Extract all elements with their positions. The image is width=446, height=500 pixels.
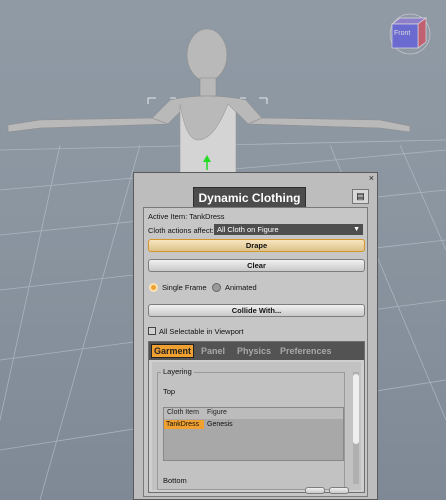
tab-container: Garment Panel Physics Preferences Layeri… bbox=[148, 341, 365, 494]
vertical-scrollbar[interactable] bbox=[353, 372, 359, 484]
tab-physics[interactable]: Physics bbox=[237, 345, 271, 357]
cell-figure: Genesis bbox=[207, 421, 233, 428]
active-item-label: Active Item: TankDress bbox=[148, 212, 225, 221]
layer-top-label: Top bbox=[163, 387, 176, 396]
affect-value: All Cloth on Figure bbox=[217, 225, 279, 234]
table-header: Cloth Item Figure bbox=[164, 408, 343, 419]
all-selectable-label: All Selectable in Viewport bbox=[159, 327, 244, 336]
dynamic-clothing-panel: × Dynamic Clothing ▤ Active Item: TankDr… bbox=[133, 172, 378, 500]
cell-cloth-item: TankDress bbox=[166, 421, 200, 428]
layer-down-button[interactable] bbox=[329, 487, 349, 494]
animated-radio[interactable] bbox=[212, 283, 221, 292]
animated-label: Animated bbox=[225, 283, 257, 292]
tab-preferences[interactable]: Preferences bbox=[280, 345, 332, 357]
layering-group: Layering Top Cloth Item Figure TankDress… bbox=[157, 367, 345, 490]
panel-title: Dynamic Clothing bbox=[193, 187, 306, 209]
tab-garment[interactable]: Garment bbox=[151, 344, 195, 358]
close-icon[interactable]: × bbox=[369, 174, 374, 183]
scrollbar-thumb[interactable] bbox=[353, 374, 359, 444]
column-cloth-item: Cloth Item bbox=[167, 409, 199, 416]
layer-up-button[interactable] bbox=[305, 487, 325, 494]
layering-title: Layering bbox=[161, 367, 194, 376]
panel-body: Active Item: TankDress Cloth actions aff… bbox=[143, 207, 368, 497]
clear-button[interactable]: Clear bbox=[148, 259, 365, 272]
all-selectable-checkbox[interactable] bbox=[148, 327, 156, 335]
affect-dropdown[interactable]: All Cloth on Figure ▼ bbox=[214, 224, 363, 235]
tab-bar: Garment Panel Physics Preferences bbox=[149, 342, 364, 360]
single-frame-label: Single Frame bbox=[162, 283, 207, 292]
view-cube-label: Front bbox=[394, 30, 411, 37]
affect-label: Cloth actions affect: bbox=[148, 226, 214, 235]
collide-with-button[interactable]: Collide With... bbox=[148, 304, 365, 317]
tab-panel[interactable]: Panel bbox=[201, 345, 225, 357]
column-figure: Figure bbox=[207, 409, 227, 416]
chevron-down-icon: ▼ bbox=[353, 226, 360, 233]
layer-bottom-label: Bottom bbox=[163, 476, 187, 485]
single-frame-radio[interactable] bbox=[149, 283, 158, 292]
layering-table: Cloth Item Figure TankDress Genesis bbox=[163, 407, 344, 461]
garment-tab-content: Layering Top Cloth Item Figure TankDress… bbox=[152, 362, 361, 494]
drape-button[interactable]: Drape bbox=[148, 239, 365, 252]
panel-menu-icon[interactable]: ▤ bbox=[352, 189, 369, 204]
